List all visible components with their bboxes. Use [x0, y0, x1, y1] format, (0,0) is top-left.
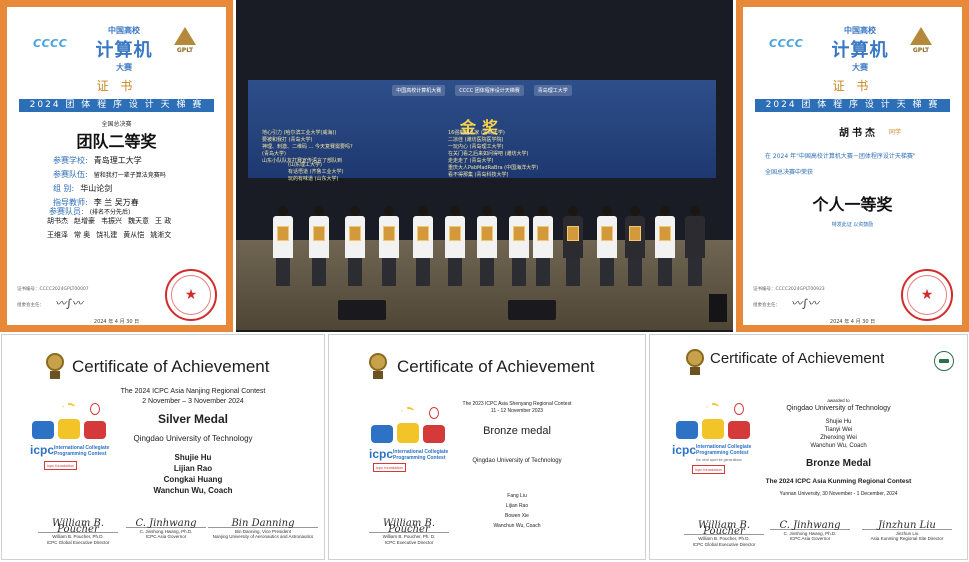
screen-logo-3: 青岛理工大学: [533, 84, 572, 96]
person: [596, 206, 618, 286]
stage-screen: 中国高校计算机大赛 CCCC 团体程序设计天梯赛 青岛理工大学 金奖 地心引力 …: [248, 80, 716, 182]
team-member: Lijian Rao: [505, 503, 529, 509]
icpc-wordmark: icpc: [369, 447, 394, 461]
certificate-title: 证 书: [96, 79, 137, 93]
screen-winners-mid: (山东理工大学) 有话悟道 (齐鲁工业大学) 玩的有味道 (山东大学): [288, 162, 344, 182]
person: [654, 206, 676, 286]
screen-logo-1: 中国高校计算机大赛: [392, 84, 446, 96]
team-member: Congkai Huang: [163, 475, 223, 484]
icpc-wordmark: icpc: [672, 443, 697, 457]
field-group: 组 别: 华山论剑: [53, 184, 113, 193]
event-subtitle: 全国总决赛: [101, 121, 132, 128]
signature-asia-governor: C. Jinhwang C. Jinshong Hwang, Ph.D. ICPC…: [770, 521, 850, 542]
competition-logo: CCCC 中国高校 计算机 大赛 GPLT: [7, 23, 226, 72]
person: [476, 206, 498, 286]
signature-executive-director: William B. Poucher William B. Poucher, P…: [369, 519, 449, 545]
icpc-medal-icon: [369, 353, 387, 379]
team-members-list: 胡书杰 赵增豪 韦振兴 魏天意王 政 王维泽常 奥饶礼建 黄从恺 姚淅文: [47, 217, 172, 239]
icpc-foundation-badge: icpc foundation: [692, 465, 725, 474]
person: [444, 206, 466, 286]
official-seal-icon: ★: [901, 269, 953, 321]
certificate-id: 证书编号：CCCC2024GPLT00923: [753, 287, 825, 292]
signature-executive-director: William B. Poucher William B. Poucher, P…: [684, 521, 764, 547]
icpc-foundation-badge: icpc foundation: [373, 463, 406, 472]
signature-scribble: 〰∫〰: [791, 297, 819, 310]
stage-equipment: [709, 294, 727, 322]
certificate-title: Certificate of Achievement: [710, 350, 885, 367]
contest-location-dates: Yunnan University, 30 November - 1 Decem…: [779, 491, 898, 497]
person: [272, 206, 294, 286]
person: [344, 206, 366, 286]
person: [562, 206, 584, 286]
certificate-id: 证书编号：CCCC2024GPLT00007: [17, 287, 89, 292]
screen-winners-left: 地心引力 (哈尔滨工业大学(威海)) 要被和我打 (青岛大学) 神理、刺激、二维码 …: [262, 130, 353, 164]
signature-asia-governor: C. Jinhwang C. Jinshong Hwang, Ph.D. ICPC…: [126, 519, 206, 540]
signature-scribble: 〰∫〰: [55, 297, 83, 310]
person: [624, 206, 646, 286]
icpc-certificate-nanjing: Certificate of Achievement The 2024 ICPC…: [1, 334, 325, 560]
signature-site-director: Jinzhun Liu Jinzhun Liu Asia Kunming Regi…: [862, 521, 952, 542]
screen-logo-2: CCCC 团体程序设计天梯赛: [455, 84, 524, 96]
event-banner: 2024 团 体 程 序 设 计 天 梯 赛: [19, 99, 214, 112]
icpc-foundation-badge: icpc foundation: [44, 461, 77, 470]
field-team: 参赛队伍: 留和我打一辈子算法竞赛吗: [53, 170, 166, 179]
person: [532, 206, 554, 286]
field-school: 参赛学校: 青岛理工大学: [53, 156, 142, 165]
gplt-triangle-icon: GPLT: [909, 27, 933, 54]
stage-speaker: [508, 300, 556, 320]
person: [308, 206, 330, 286]
certificate-title: Certificate of Achievement: [397, 357, 595, 376]
stage-speaker: [338, 300, 386, 320]
certificate-title: Certificate of Achievement: [72, 357, 270, 376]
icpc-tagline: the nerd sport for generations: [696, 458, 742, 462]
recipient-name: 胡书杰: [839, 128, 878, 139]
icpc-medal-icon: [46, 353, 64, 379]
signature-label: 组委会主任：: [753, 303, 780, 308]
icpc-wordmark: icpc: [30, 443, 55, 457]
cccc-logo-text: CCCC: [769, 37, 804, 50]
contest-name: The 2024 ICPC Asia Kunming Regional Cont…: [765, 478, 912, 485]
award-description-line-1: 在 2024 年"中国高校计算机大赛－团体程序设计天梯赛": [765, 153, 916, 160]
award-title: 个人一等奖: [812, 195, 893, 214]
team-coach: Wanchun Wu, Coach: [153, 486, 233, 495]
icpc-certificate-kunming: Certificate of Achievement awarded to Qi…: [649, 334, 968, 560]
award-tagline: 特发此证 以资鼓励: [831, 222, 874, 228]
award-title: 团队二等奖: [76, 132, 157, 151]
competition-logo: CCCC 中国高校 计算机 大赛 GPLT: [743, 23, 962, 72]
gplt-triangle-icon: GPLT: [173, 27, 197, 54]
university-emblem-icon: [934, 351, 954, 371]
person: [508, 206, 530, 286]
certificate-team-second-prize: CCCC 中国高校 计算机 大赛 GPLT 证 书 2024 团 体 程 序 设…: [0, 0, 233, 332]
person: [412, 206, 434, 286]
team-member: Bowen Xie: [505, 513, 529, 519]
certificate-individual-first-prize: CCCC 中国高校 计算机 大赛 GPLT 证 书 2024 团 体 程 序 设…: [736, 0, 969, 332]
icpc-description: International Collegiate Programming Cont…: [54, 445, 110, 457]
contest-name: The 2024 ICPC Asia Nanjing Regional Cont…: [120, 388, 266, 395]
recipient-suffix: 同学: [889, 129, 902, 136]
issue-date: 2024 年 4 月 30 日: [829, 319, 876, 325]
person: [684, 206, 706, 286]
signature-host-vice-president: Bin Danning Bin Danning, Vice President N…: [208, 519, 318, 540]
signature-label: 组委会主任：: [17, 303, 44, 308]
icpc-certificate-shenyang: Certificate of Achievement The 2023 ICPC…: [328, 334, 646, 560]
award-description-line-2: 全国总决赛中荣获: [765, 169, 814, 176]
signature-executive-director: William B. Poucher William B. Poucher, P…: [38, 519, 118, 545]
certificate-title: 证 书: [832, 79, 873, 93]
event-banner: 2024 团 体 程 序 设 计 天 梯 赛: [755, 99, 950, 112]
award-ceremony-photo: 中国高校计算机大赛 CCCC 团体程序设计天梯赛 青岛理工大学 金奖 地心引力 …: [236, 0, 733, 332]
official-seal-icon: ★: [165, 269, 217, 321]
team-member: Fang Liu: [507, 493, 527, 499]
icpc-description: International Collegiate Programming Cont…: [696, 444, 752, 456]
person: [378, 206, 400, 286]
screen-winners-right: 16强制格斗家 (青岛大学) 二凉佳 (潍坊医院医学院) 一玩内心 (青岛理工大学)…: [448, 130, 539, 178]
cccc-logo-text: CCCC: [33, 37, 68, 50]
icpc-medal-icon: [686, 349, 704, 375]
icpc-description: International Collegiate Programming Cont…: [393, 449, 449, 461]
issue-date: 2024 年 4 月 30 日: [93, 319, 140, 325]
